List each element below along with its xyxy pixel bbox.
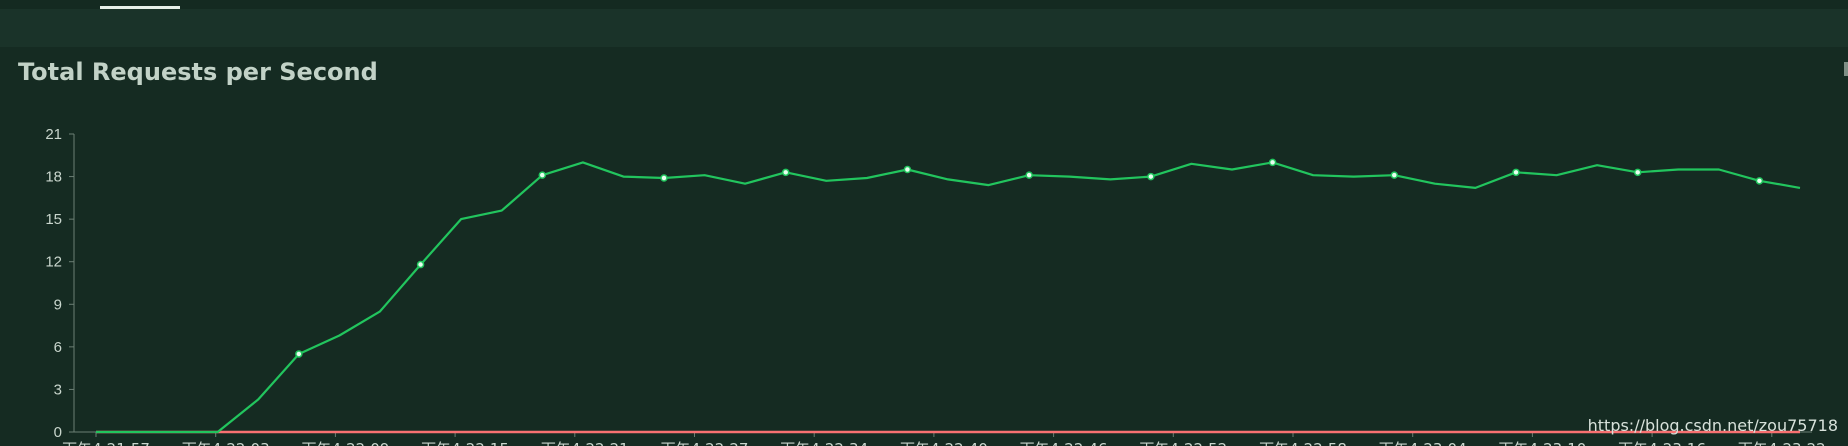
data-point bbox=[1390, 171, 1399, 179]
x-tick-label: 下午4:22:40 bbox=[900, 440, 988, 446]
series-line bbox=[96, 161, 1801, 434]
x-tick-label: 下午4:23:10 bbox=[1498, 440, 1586, 446]
data-point bbox=[295, 350, 303, 358]
data-point bbox=[538, 171, 547, 179]
y-tick-label: 3 bbox=[54, 381, 62, 398]
data-point bbox=[1268, 158, 1277, 167]
y-tick-label: 6 bbox=[54, 339, 62, 356]
x-tick-label: 下午4:21:57 bbox=[62, 440, 150, 446]
line-chart: 0 3 6 9 12 15 18 21 下午4:21:57 下午4:22:03 下午4:22:09 下… bbox=[45, 126, 1826, 446]
data-point bbox=[903, 165, 912, 174]
data-point bbox=[416, 260, 425, 269]
data-point bbox=[1755, 177, 1764, 185]
x-tick-label: 下午4:22:21 bbox=[541, 440, 629, 446]
data-point bbox=[1633, 168, 1642, 177]
data-point bbox=[1147, 172, 1155, 181]
x-tick-label: 下午4:23:22 bbox=[1738, 440, 1826, 446]
watermark: https://blog.csdn.net/zou75718 bbox=[1587, 416, 1838, 435]
y-tick-label: 0 bbox=[54, 424, 62, 441]
y-tick-label: 12 bbox=[45, 254, 62, 271]
data-point bbox=[660, 174, 668, 182]
x-tick-label: 下午4:22:34 bbox=[780, 440, 868, 446]
y-tick-label: 18 bbox=[45, 169, 62, 186]
y-tick-label: 9 bbox=[54, 296, 62, 313]
x-tick-label: 下午4:22:27 bbox=[661, 440, 749, 446]
y-tick-label: 21 bbox=[45, 126, 62, 143]
data-point bbox=[1512, 168, 1520, 177]
x-tick-label: 下午4:23:16 bbox=[1618, 440, 1706, 446]
x-tick-label: 下午4:23:04 bbox=[1379, 440, 1467, 446]
data-point bbox=[781, 168, 790, 177]
x-tick-label: 下午4:22:03 bbox=[182, 440, 270, 446]
data-point bbox=[1025, 171, 1033, 179]
x-tick-label: 下午4:22:52 bbox=[1139, 440, 1227, 446]
x-tick-label: 下午4:22:46 bbox=[1020, 440, 1108, 446]
y-tick-label: 15 bbox=[45, 211, 62, 228]
x-tick-label: 下午4:22:15 bbox=[421, 440, 509, 446]
x-tick-label: 下午4:22:58 bbox=[1259, 440, 1347, 446]
x-tick-label: 下午4:22:09 bbox=[301, 440, 389, 446]
